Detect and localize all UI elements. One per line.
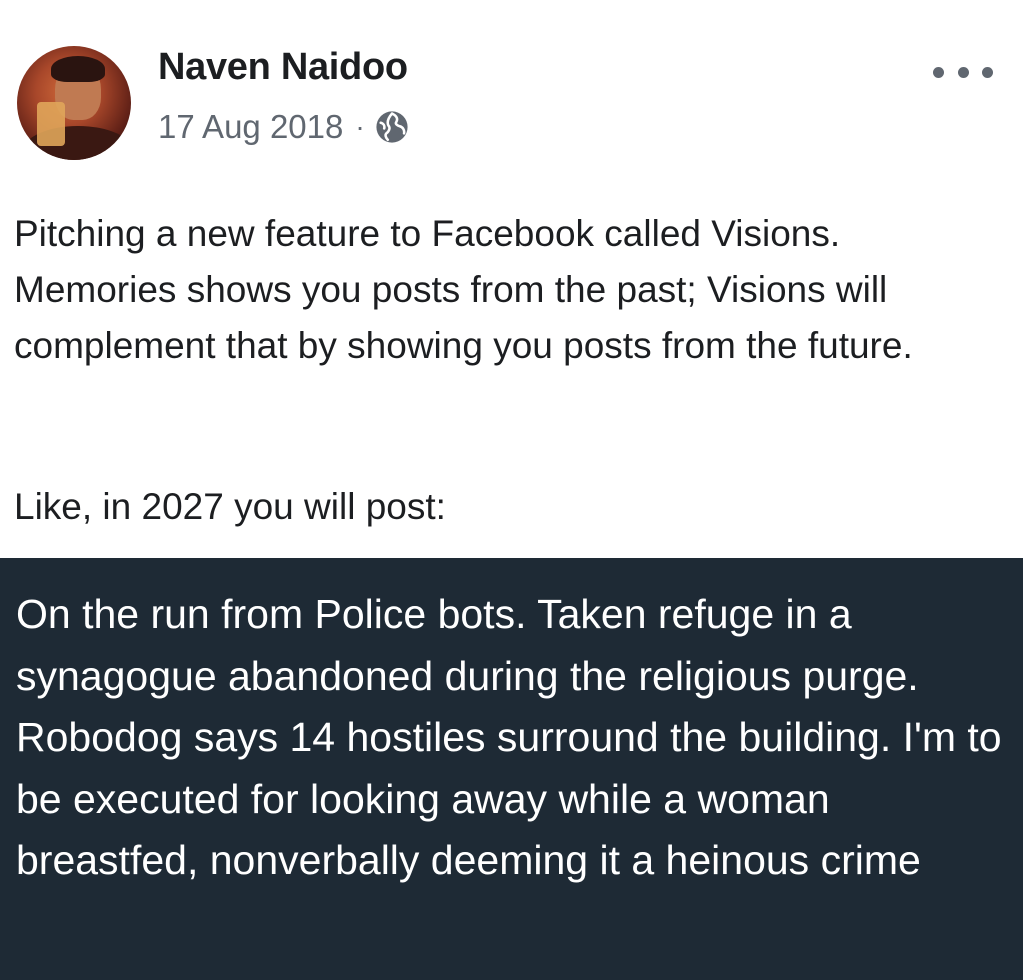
post-meta: 17 Aug 2018 · — [158, 106, 409, 148]
post-body: Pitching a new feature to Facebook calle… — [14, 206, 1009, 374]
avatar[interactable] — [17, 46, 131, 160]
meta-separator: · — [355, 111, 365, 142]
more-dot — [933, 66, 944, 78]
facebook-post: Naven Naidoo 17 Aug 2018 · Pitching a ne… — [0, 0, 1023, 980]
avatar-hair — [51, 56, 105, 82]
post-body-text: Pitching a new feature to Facebook calle… — [14, 213, 913, 366]
vision-text: On the run from Police bots. Taken refug… — [16, 591, 1002, 883]
more-dot — [982, 66, 993, 78]
more-dot — [957, 66, 969, 78]
post-header: Naven Naidoo 17 Aug 2018 · — [0, 0, 1023, 180]
avatar-glass — [37, 102, 65, 146]
author-name[interactable]: Naven Naidoo — [158, 46, 408, 89]
post-intro: Like, in 2027 you will post: — [14, 486, 446, 527]
globe-icon[interactable] — [375, 110, 409, 144]
post-date[interactable]: 17 Aug 2018 — [158, 108, 343, 146]
more-options-icon[interactable] — [933, 64, 993, 80]
vision-block: On the run from Police bots. Taken refug… — [0, 558, 1023, 980]
